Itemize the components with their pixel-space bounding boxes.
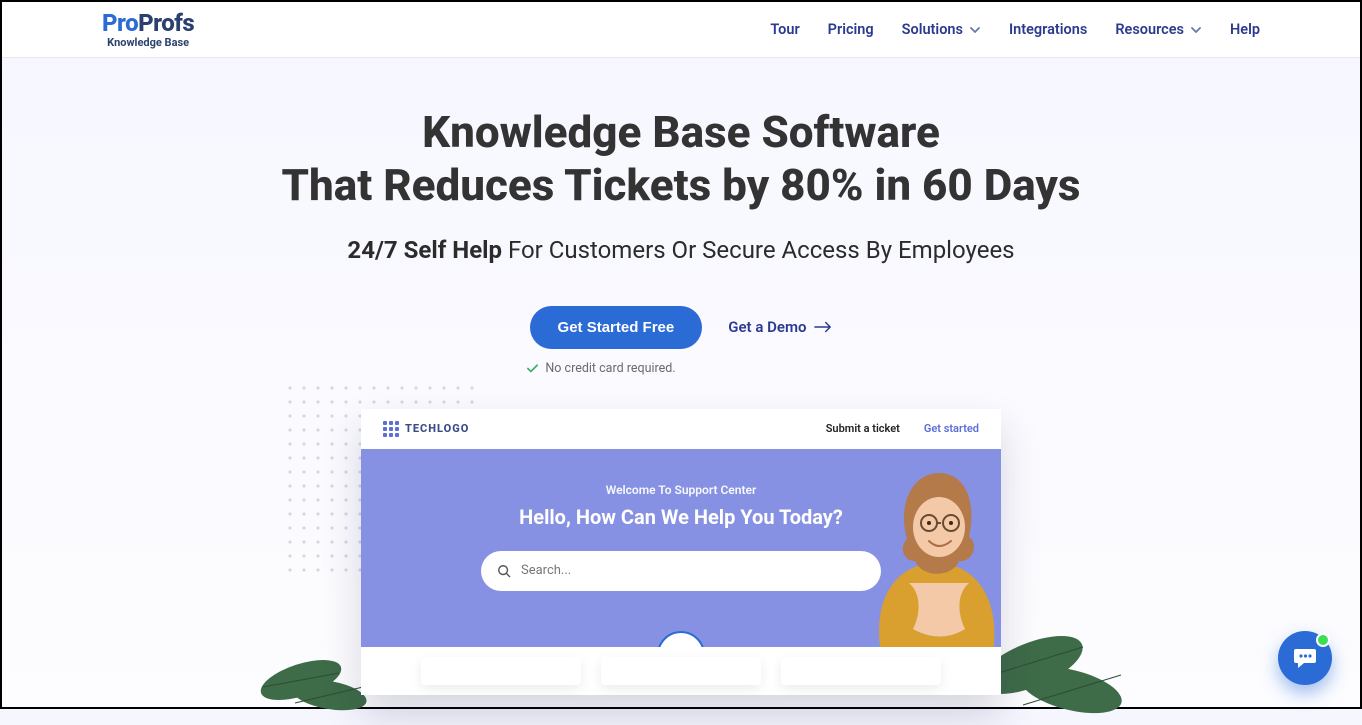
nav-integrations-label: Integrations <box>1009 21 1087 38</box>
search-icon <box>497 564 511 578</box>
hero-section: Knowledge Base Software That Reduces Tic… <box>2 58 1360 695</box>
person-illustration <box>861 449 1001 647</box>
nav-help[interactable]: Help <box>1230 21 1260 38</box>
brand-logo-part2: Profs <box>138 9 194 37</box>
nav-resources-label: Resources <box>1115 21 1184 38</box>
hero-subtitle-rest: For Customers Or Secure Access By Employ… <box>502 236 1015 264</box>
arrow-right-icon <box>814 321 832 333</box>
check-icon <box>526 362 539 375</box>
preview-brand-text: TECHLOGO <box>405 422 469 435</box>
cta-note: No credit card required. <box>526 361 675 376</box>
nav-pricing[interactable]: Pricing <box>828 21 874 38</box>
site-header: ProProfs Knowledge Base Tour Pricing Sol… <box>2 2 1360 58</box>
play-video-button[interactable] <box>657 631 705 647</box>
brand-logo-part1: Pro <box>102 9 138 37</box>
preview-placeholder-card <box>781 657 941 685</box>
nav-integrations[interactable]: Integrations <box>1009 21 1087 38</box>
get-demo-label: Get a Demo <box>728 318 806 336</box>
hero-title: Knowledge Base Software That Reduces Tic… <box>42 106 1320 212</box>
chat-icon <box>1292 645 1318 671</box>
cta-row: Get Started Free Get a Demo <box>530 306 833 349</box>
main-nav: Tour Pricing Solutions Integrations Reso… <box>770 21 1260 38</box>
brand-logo[interactable]: ProProfs Knowledge Base <box>102 11 194 48</box>
brand-logo-text: ProProfs <box>102 11 194 35</box>
preview-placeholder-card <box>601 657 761 685</box>
preview-submit-ticket-link[interactable]: Submit a ticket <box>826 422 900 435</box>
hero-subtitle-bold: 24/7 Self Help <box>347 236 502 264</box>
hero-title-line1: Knowledge Base Software <box>422 106 940 158</box>
nav-solutions-label: Solutions <box>902 21 963 38</box>
nav-solutions[interactable]: Solutions <box>902 21 981 38</box>
preview-card-strip <box>361 647 1001 695</box>
preview-card: TECHLOGO Submit a ticket Get started Wel… <box>361 409 1001 695</box>
nav-resources[interactable]: Resources <box>1115 21 1202 38</box>
nav-tour-label: Tour <box>770 21 799 38</box>
preview-brand-logo: TECHLOGO <box>383 421 469 437</box>
nav-pricing-label: Pricing <box>828 21 874 38</box>
preview-placeholder-card <box>421 657 581 685</box>
preview-header-links: Submit a ticket Get started <box>826 422 979 435</box>
preview-banner: Welcome To Support Center Hello, How Can… <box>361 449 1001 647</box>
hero-subtitle: 24/7 Self Help For Customers Or Secure A… <box>42 236 1320 264</box>
preview-search-placeholder: Search... <box>521 563 571 578</box>
preview-wrap: TECHLOGO Submit a ticket Get started Wel… <box>331 409 1031 695</box>
hero-title-line2: That Reduces Tickets by 80% in 60 Days <box>42 159 1320 212</box>
preview-search-input[interactable]: Search... <box>481 551 881 591</box>
chevron-down-icon <box>1190 24 1202 36</box>
get-demo-link[interactable]: Get a Demo <box>728 318 832 336</box>
nav-tour[interactable]: Tour <box>770 21 799 38</box>
brand-logo-subtitle: Knowledge Base <box>102 37 194 48</box>
nav-help-label: Help <box>1230 21 1260 38</box>
get-started-button[interactable]: Get Started Free <box>530 306 703 349</box>
cta-note-text: No credit card required. <box>545 361 675 376</box>
preview-header: TECHLOGO Submit a ticket Get started <box>361 409 1001 449</box>
chat-widget-button[interactable] <box>1278 631 1332 685</box>
preview-brand-icon <box>383 421 399 437</box>
chevron-down-icon <box>969 24 981 36</box>
preview-get-started-link[interactable]: Get started <box>924 422 979 435</box>
